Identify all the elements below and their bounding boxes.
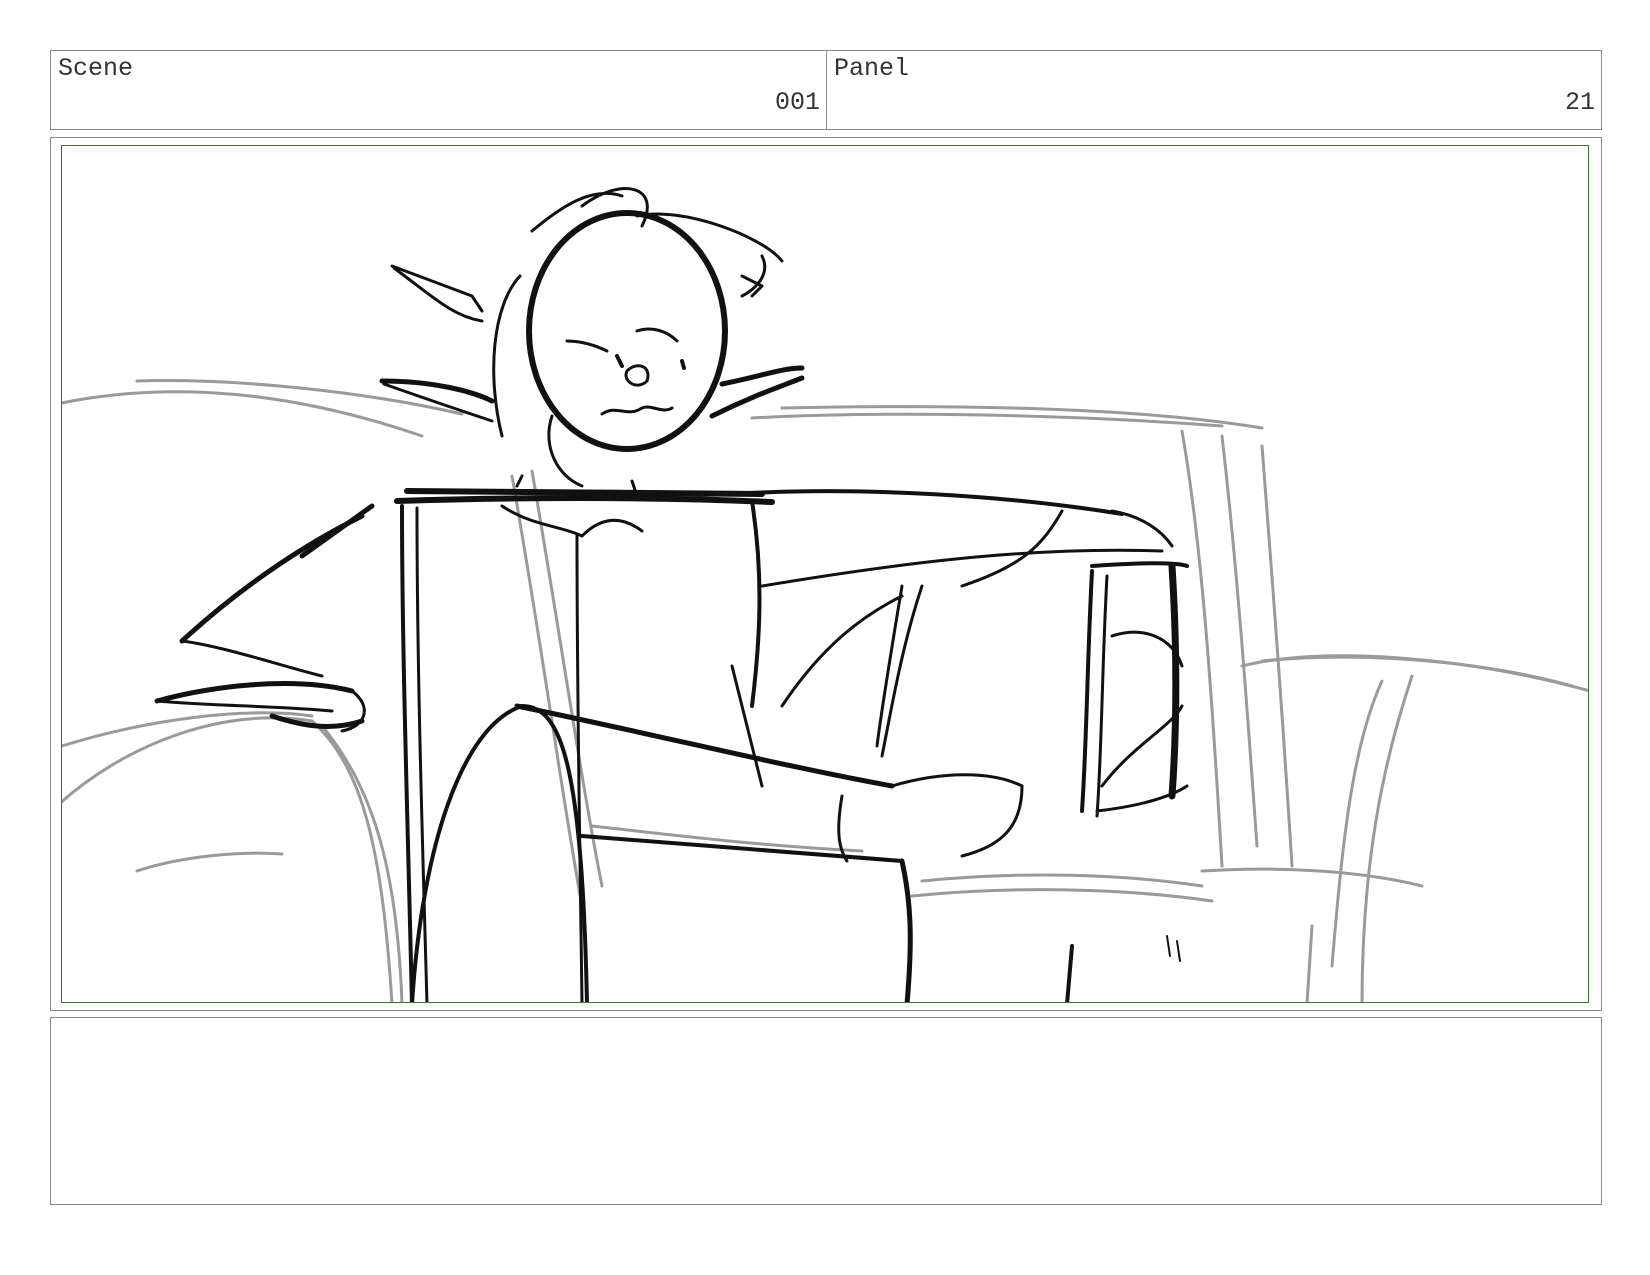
- couch-sketch: [62, 379, 1588, 1002]
- storyboard-header: Scene 001 Panel 21: [50, 50, 1602, 130]
- notes-box[interactable]: [50, 1017, 1602, 1205]
- scene-label: Scene: [58, 54, 134, 83]
- panel-label: Panel: [834, 54, 910, 83]
- storyboard-frame: [50, 137, 1602, 1011]
- panel-number: 21: [1564, 88, 1595, 117]
- scene-number: 001: [774, 88, 820, 117]
- sketch-drawing: [62, 187, 1588, 1002]
- safe-area-frame: [61, 145, 1589, 1003]
- scene-cell: Scene 001: [51, 51, 827, 129]
- character-sketch: [154, 187, 1189, 1002]
- panel-cell: Panel 21: [827, 51, 1601, 129]
